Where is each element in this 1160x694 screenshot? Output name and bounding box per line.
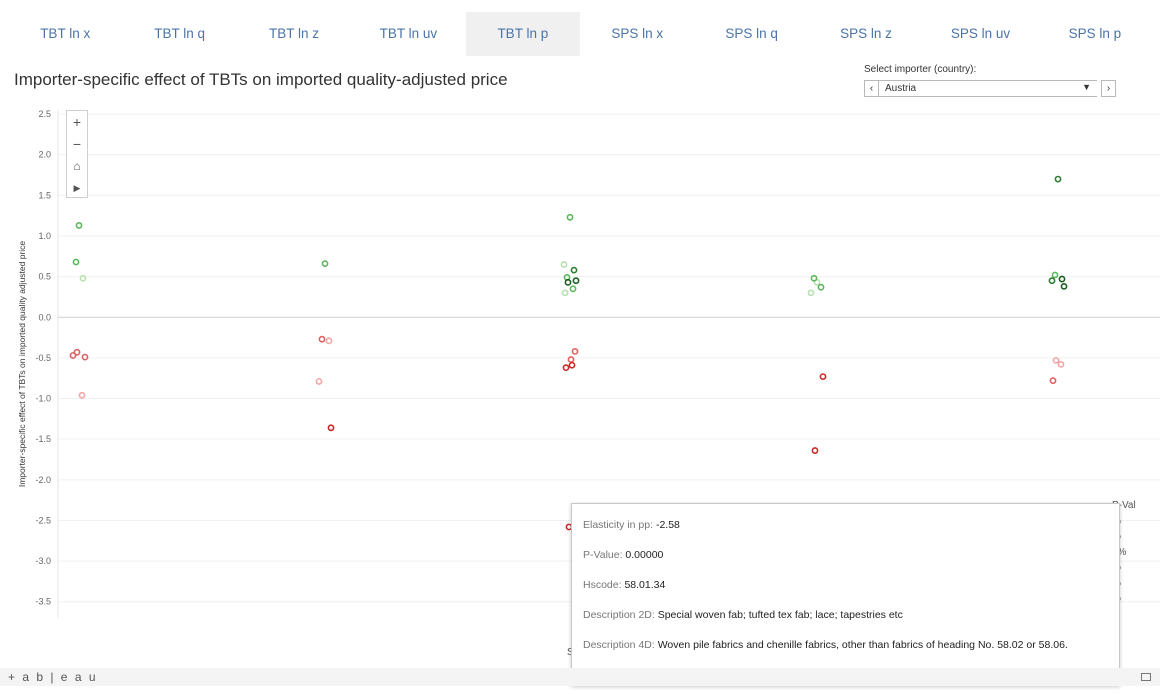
data-point[interactable]	[1060, 282, 1068, 290]
y-tick-label: 1.5	[38, 190, 51, 200]
data-point[interactable]	[325, 337, 333, 345]
tooltip-label: Hscode:	[583, 579, 622, 591]
caret-down-icon: ▼	[1082, 82, 1091, 92]
footer-bar	[0, 668, 1160, 686]
tooltip-value: Special woven fab; tufted tex fab; lace;…	[657, 609, 903, 621]
tab-7[interactable]: SPS ln z	[809, 12, 923, 56]
importer-select[interactable]: Austria ▼	[879, 80, 1097, 97]
data-point[interactable]	[1051, 271, 1059, 279]
y-axis-title: Importer-specific effect of TBTs on impo…	[17, 241, 27, 488]
data-point[interactable]	[571, 348, 579, 355]
data-point[interactable]	[75, 222, 83, 229]
y-tick-label: 2.0	[38, 150, 51, 160]
data-point[interactable]	[819, 373, 827, 380]
zoom-out-icon[interactable]: −	[67, 133, 87, 155]
tab-4[interactable]: TBT ln p	[465, 12, 581, 56]
data-point[interactable]	[72, 258, 80, 266]
tab-5[interactable]: SPS ln x	[580, 12, 694, 56]
data-point[interactable]	[327, 424, 335, 432]
tab-8[interactable]: SPS ln uv	[923, 12, 1037, 56]
tooltip: Elasticity in pp: -2.58 P-Value: 0.00000 H…	[571, 503, 1120, 686]
tooltip-label: P-Value:	[583, 549, 623, 561]
y-tick-label: -1.0	[35, 394, 51, 404]
data-point[interactable]	[1057, 361, 1065, 368]
tab-3[interactable]: TBT ln uv	[351, 12, 465, 56]
zoom-controls: + − ⌂ ▶	[66, 110, 88, 198]
y-tick-label: 0.5	[38, 272, 51, 282]
tab-2[interactable]: TBT ln z	[237, 12, 351, 56]
data-point[interactable]	[807, 289, 815, 297]
y-tick-label: -3.5	[35, 597, 51, 607]
data-point[interactable]	[810, 274, 818, 282]
page-title: Importer-specific effect of TBTs on impo…	[14, 70, 508, 89]
tab-9[interactable]: SPS ln p	[1038, 12, 1152, 56]
filter-label: Select importer (country):	[864, 64, 977, 75]
tooltip-value: Woven pile fabrics and chenille fabrics,…	[657, 639, 1068, 651]
tooltip-label: Elasticity in pp:	[583, 519, 654, 531]
tooltip-value: 0.00000	[625, 549, 664, 561]
tableau-logo[interactable]: + a b | e a u	[8, 670, 98, 684]
data-point[interactable]	[79, 274, 87, 282]
data-point[interactable]	[817, 283, 825, 291]
y-tick-label: -2.5	[35, 515, 51, 525]
tooltip-row: P-Value: 0.00000	[583, 544, 1108, 574]
tooltip-label: Description 2D:	[583, 609, 655, 621]
data-point[interactable]	[560, 261, 568, 268]
tooltip-row: Description 2D: Special woven fab; tufte…	[583, 604, 1108, 634]
importer-select-value: Austria	[885, 83, 917, 94]
tooltip-row: Description 4D: Woven pile fabrics and c…	[583, 634, 1108, 664]
y-tick-label: -2.0	[35, 475, 51, 485]
tooltip-row: Hscode: 58.01.34	[583, 574, 1108, 604]
data-point[interactable]	[567, 356, 575, 363]
y-tick-label: -1.5	[35, 434, 51, 444]
tab-bar: TBT ln x TBT ln q TBT ln z TBT ln uv TBT ln …	[8, 12, 1152, 56]
data-point[interactable]	[78, 391, 86, 399]
tab-1[interactable]: TBT ln q	[122, 12, 236, 56]
tooltip-value: 58.01.34	[624, 579, 666, 591]
tooltip-label: Description 4D:	[583, 639, 655, 651]
data-point[interactable]	[572, 277, 580, 285]
data-point[interactable]	[1048, 277, 1056, 285]
tab-0[interactable]: TBT ln x	[8, 12, 122, 56]
tooltip-value: -2.58	[655, 519, 680, 531]
y-tick-label: 1.0	[38, 231, 51, 241]
data-point[interactable]	[568, 361, 576, 369]
data-point[interactable]	[1054, 175, 1062, 183]
data-point[interactable]	[1052, 356, 1060, 364]
data-point[interactable]	[1058, 275, 1066, 283]
y-tick-label: -0.5	[35, 353, 51, 363]
home-icon[interactable]: ⌂	[67, 155, 87, 177]
data-point[interactable]	[570, 266, 578, 274]
y-tick-label: 0.0	[38, 312, 51, 322]
data-point[interactable]	[811, 447, 819, 454]
data-point[interactable]	[315, 378, 323, 385]
fullscreen-icon[interactable]	[1141, 673, 1151, 681]
data-point[interactable]	[321, 260, 329, 268]
data-point[interactable]	[81, 353, 89, 361]
data-point[interactable]	[562, 364, 570, 372]
data-point[interactable]	[566, 213, 574, 221]
data-point[interactable]	[569, 285, 577, 293]
zoom-in-icon[interactable]: +	[67, 111, 87, 133]
play-icon[interactable]: ▶	[67, 177, 87, 199]
data-point[interactable]	[561, 289, 569, 297]
chevron-right-icon[interactable]: ›	[1101, 80, 1116, 97]
chevron-left-icon[interactable]: ‹	[864, 80, 879, 97]
importer-filter: ‹ Austria ▼ ›	[864, 80, 1116, 97]
tab-6[interactable]: SPS ln q	[694, 12, 808, 56]
data-point[interactable]	[318, 335, 326, 343]
y-tick-label: 2.5	[38, 109, 51, 119]
data-point[interactable]	[564, 278, 572, 286]
tooltip-row: Elasticity in pp: -2.58	[583, 514, 1108, 544]
data-point[interactable]	[73, 348, 81, 356]
data-point[interactable]	[1049, 377, 1057, 385]
y-tick-label: -3.0	[35, 556, 51, 566]
